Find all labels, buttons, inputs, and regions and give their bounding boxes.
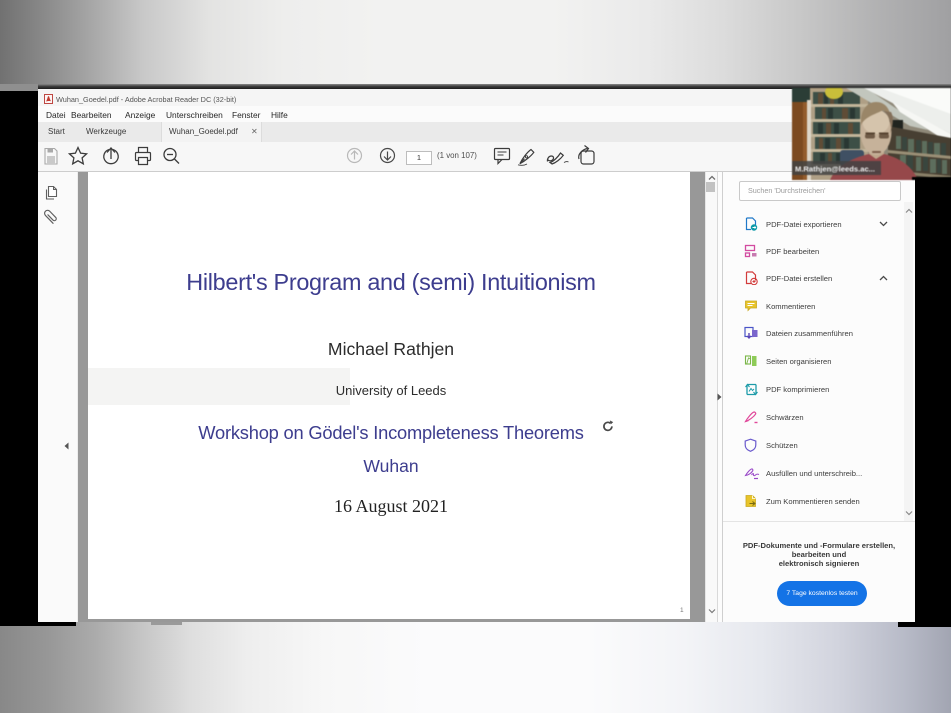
svg-text:M.Rathjen@leeds.ac...: M.Rathjen@leeds.ac...: [795, 165, 875, 174]
